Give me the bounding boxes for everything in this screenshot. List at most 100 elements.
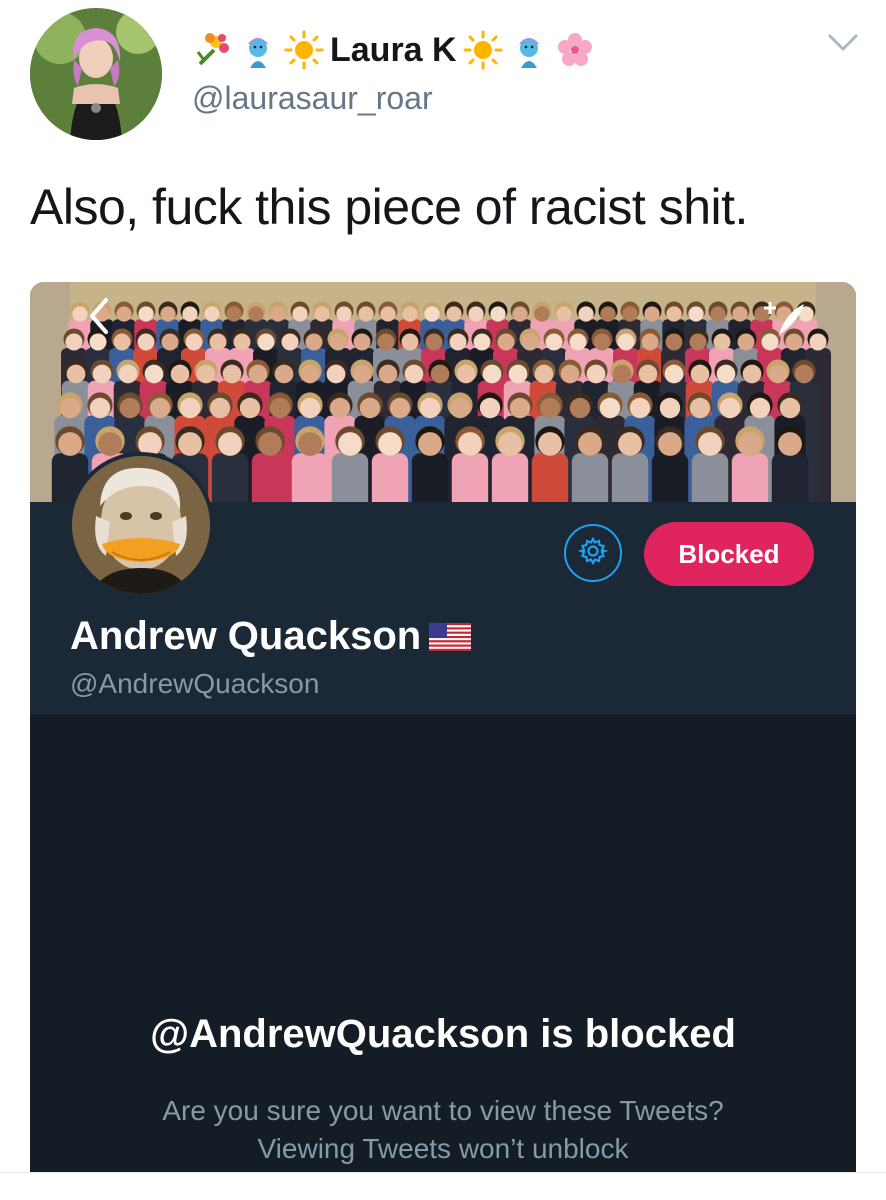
crowd-person-head bbox=[424, 306, 440, 322]
crowd-person-head bbox=[239, 397, 261, 419]
crowd-person-head bbox=[149, 397, 171, 419]
crowd-person-head bbox=[66, 364, 86, 384]
crowd-person-head bbox=[622, 306, 638, 322]
crowd-person-head bbox=[402, 306, 418, 322]
crowd-person-body bbox=[531, 453, 569, 502]
crowd-person-head bbox=[689, 397, 711, 419]
crowd-person-head bbox=[641, 333, 659, 351]
crowd-person-head bbox=[119, 397, 141, 419]
crowd-person-head bbox=[204, 306, 220, 322]
crowd-person-head bbox=[401, 333, 419, 351]
crowd-person-head bbox=[468, 306, 484, 322]
crowd-person-head bbox=[778, 432, 802, 456]
crowd-person-head bbox=[270, 306, 286, 322]
crowd-person-head bbox=[698, 432, 722, 456]
crowd-person-head bbox=[665, 333, 683, 351]
crowd-person-head bbox=[618, 432, 642, 456]
crowd-person-head bbox=[688, 306, 704, 322]
crowd-person-head bbox=[742, 364, 762, 384]
crowd-person-head bbox=[380, 306, 396, 322]
crowd-person-head bbox=[638, 364, 658, 384]
sun-icon bbox=[463, 30, 503, 70]
crowd-person-head bbox=[98, 432, 122, 456]
crowd-person-head bbox=[617, 333, 635, 351]
crowd-person-head bbox=[378, 364, 398, 384]
crowd-person-head bbox=[430, 364, 450, 384]
crowd-person-head bbox=[809, 333, 827, 351]
crowd-person-body bbox=[371, 453, 409, 502]
blocked-notice-line-2: Viewing Tweets won’t unblock bbox=[257, 1133, 629, 1164]
crowd-person-head bbox=[418, 432, 442, 456]
crowd-person-head bbox=[521, 333, 539, 351]
crowd-person-head bbox=[449, 333, 467, 351]
crowd-person-head bbox=[497, 333, 515, 351]
crowd-person-body bbox=[771, 453, 809, 502]
crowd-person-head bbox=[209, 397, 231, 419]
crowd-person-head bbox=[182, 306, 198, 322]
crowd-person-body bbox=[691, 453, 729, 502]
crowd-person-head bbox=[314, 306, 330, 322]
profile-card-screenshot: Blocked Andrew Quackson @AndrewQuackson … bbox=[30, 282, 856, 1172]
crowd-person-head bbox=[222, 364, 242, 384]
crowd-person-head bbox=[274, 364, 294, 384]
chevron-down-icon[interactable] bbox=[826, 30, 860, 56]
crowd-person-head bbox=[538, 432, 562, 456]
crowd-person-head bbox=[644, 306, 660, 322]
crowd-person-head bbox=[118, 364, 138, 384]
crowd-person-head bbox=[161, 333, 179, 351]
crowd-person-head bbox=[749, 397, 771, 419]
crowd-person-head bbox=[710, 306, 726, 322]
crowd-person-head bbox=[512, 306, 528, 322]
crowd-person-head bbox=[556, 306, 572, 322]
crowd-person-head bbox=[404, 364, 424, 384]
settings-gear-button[interactable] bbox=[564, 524, 622, 582]
crowd-person-head bbox=[185, 333, 203, 351]
crowd-person-head bbox=[329, 333, 347, 351]
crowd-person-head bbox=[292, 306, 308, 322]
crowd-person-head bbox=[209, 333, 227, 351]
crowd-person-head bbox=[458, 432, 482, 456]
crowd-person-head bbox=[473, 333, 491, 351]
crowd-person-head bbox=[482, 364, 502, 384]
crowd-person-head bbox=[378, 432, 402, 456]
crowd-person-head bbox=[545, 333, 563, 351]
crowd-person-head bbox=[305, 333, 323, 351]
crowd-person-head bbox=[178, 432, 202, 456]
crowd-person-head bbox=[689, 333, 707, 351]
blocked-notice-title: @AndrewQuackson is blocked bbox=[150, 1012, 736, 1056]
crowd-person-body bbox=[411, 453, 449, 502]
crowd-person-head bbox=[425, 333, 443, 351]
crowd-person-head bbox=[509, 397, 531, 419]
crowd-person-head bbox=[137, 333, 155, 351]
crowd-person-head bbox=[338, 432, 362, 456]
tweet-author-handle[interactable]: @laurasaur_roar bbox=[192, 80, 433, 117]
profile-display-name-row: Andrew Quackson bbox=[70, 614, 472, 659]
crowd-person-head bbox=[359, 397, 381, 419]
crowd-person-head bbox=[300, 364, 320, 384]
crowd-person-head bbox=[732, 306, 748, 322]
compose-icon[interactable] bbox=[758, 294, 808, 344]
crowd-person-head bbox=[58, 432, 82, 456]
profile-avatar[interactable] bbox=[68, 452, 214, 598]
crowd-person-body bbox=[451, 453, 489, 502]
crowd-person-head bbox=[326, 364, 346, 384]
crowd-person-head bbox=[768, 364, 788, 384]
user-avatar[interactable] bbox=[30, 8, 162, 140]
crowd-person-head bbox=[269, 397, 291, 419]
crowd-person-head bbox=[593, 333, 611, 351]
crowd-person-head bbox=[490, 306, 506, 322]
tweet-author-name[interactable]: Laura K bbox=[330, 31, 457, 70]
crowd-person-head bbox=[353, 333, 371, 351]
crowd-person-head bbox=[599, 397, 621, 419]
blocked-button[interactable]: Blocked bbox=[644, 522, 814, 586]
crowd-person-head bbox=[779, 397, 801, 419]
crowd-person-head bbox=[92, 364, 112, 384]
us-flag-icon bbox=[429, 622, 472, 651]
tweet-author-name-row[interactable]: Laura K bbox=[192, 26, 595, 74]
back-arrow-icon[interactable] bbox=[84, 294, 114, 338]
crowd-person-head bbox=[498, 432, 522, 456]
crowd-person-head bbox=[298, 432, 322, 456]
crowd-person-head bbox=[534, 364, 554, 384]
crowd-person-head bbox=[737, 333, 755, 351]
crowd-person-head bbox=[446, 306, 462, 322]
